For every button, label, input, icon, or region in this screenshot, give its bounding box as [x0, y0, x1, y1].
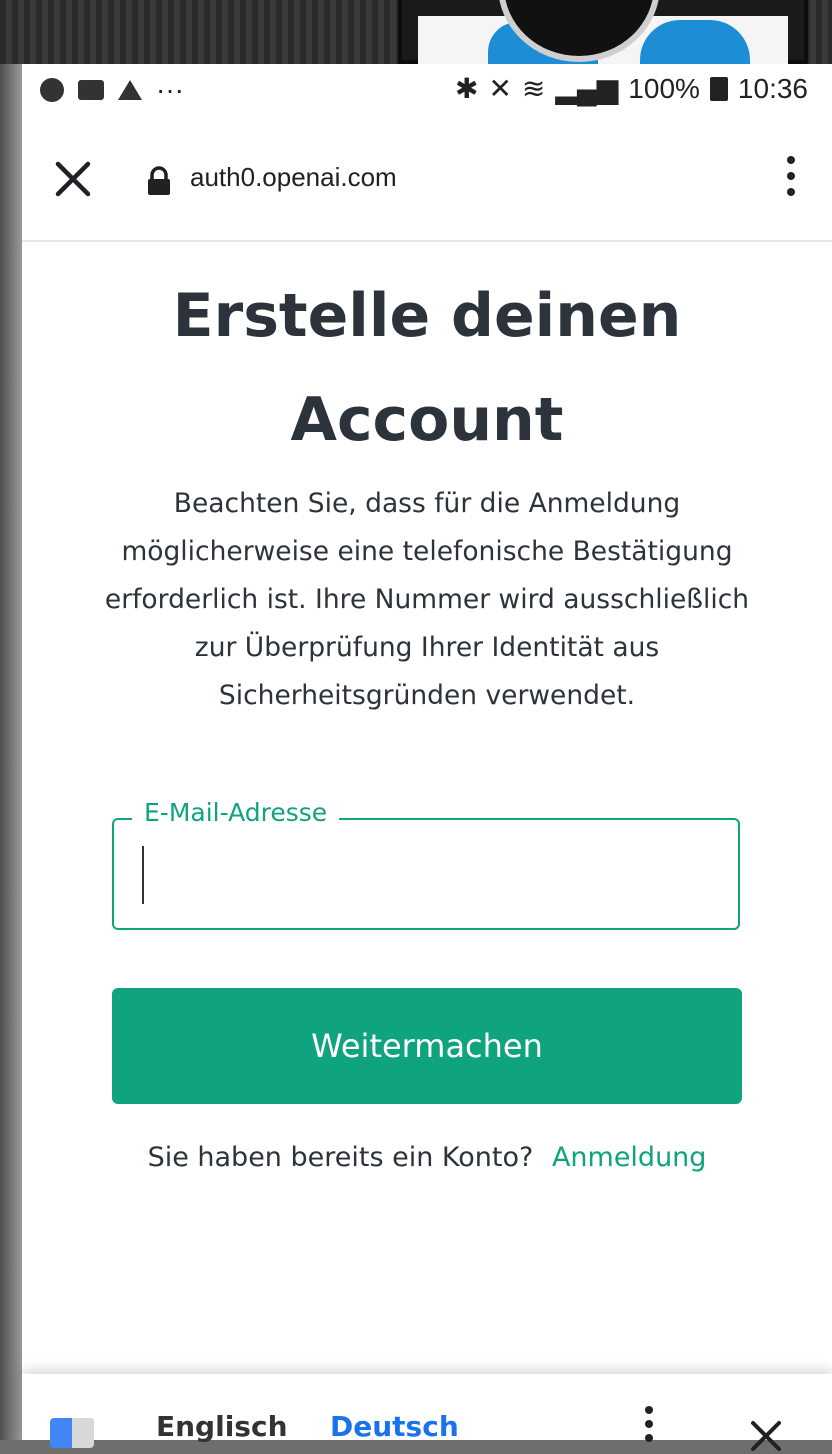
more-icon: ···	[156, 74, 184, 105]
notification-icon	[40, 78, 64, 102]
status-bar: ··· ✱ ✕ ≋ ▂▄▆ 100% 10:36	[22, 64, 832, 114]
translate-bar: Englisch Deutsch	[22, 1374, 832, 1451]
page-title: Erstelle deinen Account	[172, 281, 682, 455]
background-edge	[0, 64, 22, 1440]
close-icon[interactable]	[52, 158, 94, 200]
signin-row: Sie haben bereits ein Konto? Anmeldung	[22, 1142, 832, 1173]
mute-icon: ✕	[488, 73, 512, 104]
background-photo	[0, 0, 832, 64]
translate-target-language[interactable]: Deutsch	[330, 1410, 459, 1443]
battery-icon	[709, 76, 728, 101]
translate-source-language[interactable]: Englisch	[156, 1410, 288, 1443]
url-text[interactable]: auth0.openai.com	[190, 162, 397, 193]
email-input[interactable]	[142, 846, 714, 904]
phone-screen: ··· ✱ ✕ ≋ ▂▄▆ 100% 10:36 auth0.openai.co…	[22, 64, 832, 1451]
battery-percent: 100%	[628, 72, 700, 104]
page-subtitle: Beachten Sie, dass für die Anmeldung mög…	[104, 488, 750, 711]
email-field[interactable]: E-Mail-Adresse	[112, 798, 740, 930]
wifi-icon: ≋	[521, 73, 546, 104]
translate-menu-icon[interactable]	[644, 1406, 654, 1448]
google-translate-icon	[50, 1418, 94, 1448]
clock: 10:36	[737, 72, 808, 104]
translate-close-icon[interactable]	[748, 1418, 784, 1454]
email-label: E-Mail-Adresse	[132, 798, 340, 827]
signin-prompt: Sie haben bereits ein Konto?	[147, 1142, 534, 1173]
signin-link[interactable]: Anmeldung	[552, 1142, 707, 1173]
browser-toolbar: auth0.openai.com	[22, 114, 832, 242]
alert-icon	[118, 80, 142, 100]
continue-button[interactable]: Weitermachen	[112, 988, 742, 1104]
activity-icon	[78, 80, 104, 100]
signal-icon: ▂▄▆	[555, 73, 619, 104]
lock-icon	[148, 166, 170, 195]
bluetooth-icon: ✱	[454, 73, 479, 104]
overflow-menu-icon[interactable]	[784, 156, 798, 200]
